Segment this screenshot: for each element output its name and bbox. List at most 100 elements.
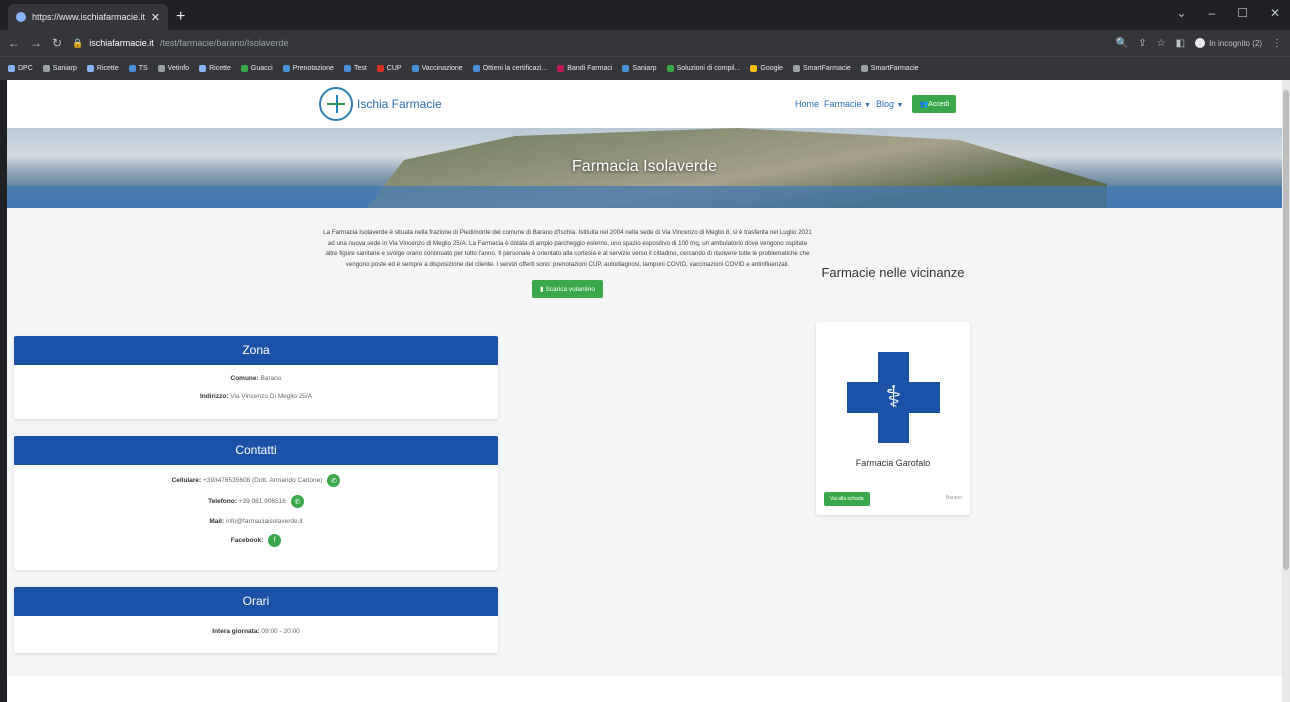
bookmark-item[interactable]: Vetinfo (157, 65, 190, 72)
new-tab-icon[interactable]: + (176, 8, 185, 26)
contatti-card: Contatti Cellulare: +393476535608 (Dott.… (14, 436, 498, 570)
pharmacy-description: La Farmacia Isolaverde è situata nella f… (323, 229, 812, 268)
bookmark-icon (282, 65, 290, 72)
mail-value[interactable]: info@farmaciaisolaverde.it (226, 518, 303, 525)
bookmark-label: Vetinfo (167, 65, 190, 72)
bookmark-item[interactable]: Saniarp (622, 65, 657, 72)
menu-icon[interactable]: ⋮ (1272, 38, 1282, 49)
forward-icon[interactable]: → (30, 36, 42, 50)
bookmark-item[interactable]: Bandi Farmaci (557, 65, 612, 72)
page-footer (7, 676, 1282, 702)
nav-farmacie-dropdown[interactable]: Farmacie ▼ (824, 99, 871, 109)
scrollbar-thumb[interactable] (1283, 90, 1289, 570)
zona-title: Zona (14, 336, 498, 365)
bookmark-icon (411, 65, 419, 72)
view-details-button[interactable]: Vai alla scheda (824, 492, 870, 506)
facebook-label: Facebook: (230, 537, 264, 544)
bookmark-label: DPC (18, 65, 33, 72)
bookmark-label: TS (138, 65, 148, 72)
tab-search-icon[interactable]: ⌄ (1176, 6, 1186, 20)
sidepanel-icon[interactable]: ◧ (1176, 38, 1185, 49)
reload-icon[interactable]: ↻ (52, 36, 62, 50)
bookmark-item[interactable]: Test (343, 65, 367, 72)
maximize-icon[interactable]: ☐ (1237, 6, 1248, 20)
bookmark-item[interactable]: Ottieni la certificazi... (472, 65, 547, 72)
zona-card: Zona Comune: Barano Indirizzo: Via Vince… (14, 336, 498, 419)
address-bar[interactable]: 🔒 ischiafarmacie.it/test/farmacie/barano… (72, 33, 1106, 53)
indirizzo-value: Via Vincenzo Di Meglio 25/A (230, 393, 313, 400)
browser-toolbar: ← → ↻ 🔒 ischiafarmacie.it/test/farmacie/… (0, 30, 1290, 56)
bookmark-icon (8, 65, 15, 72)
bookmark-item[interactable]: Guacci (240, 65, 273, 72)
page-title: Farmacia Isolaverde (572, 158, 717, 175)
bookmark-item[interactable]: Saniarp (42, 65, 77, 72)
star-icon[interactable]: ☆ (1157, 38, 1166, 49)
zoom-icon[interactable]: 🔍 (1116, 38, 1128, 49)
brand-name: Ischia Farmacie (357, 97, 442, 111)
url-path: /test/farmacie/barano/Isolaverde (159, 38, 289, 48)
incognito-indicator[interactable]: In incognito (2) (1195, 38, 1262, 48)
download-flyer-button[interactable]: ▮ Scarica volantino (532, 280, 603, 298)
download-flyer-label: Scarica volantino (545, 286, 595, 293)
bookmark-item[interactable]: Ricette (86, 65, 119, 72)
bookmark-item[interactable]: CUP (376, 65, 402, 72)
bookmark-icon (199, 65, 207, 72)
page-viewport: Ischia Farmacie Home Farmacie ▼ Blog ▼ 👥… (7, 80, 1282, 702)
bookmark-icon (240, 65, 248, 72)
facebook-icon[interactable]: f (268, 534, 282, 547)
phone-icon[interactable]: ✆ (327, 474, 341, 487)
bookmark-label: Prenotazione (292, 65, 334, 72)
bookmark-item[interactable]: SmartFarmacie (860, 65, 919, 72)
nearby-pharmacy-name: Farmacia Garofalo (855, 458, 931, 468)
close-tab-icon[interactable]: ✕ (151, 11, 160, 24)
bookmark-label: CUP (386, 65, 402, 72)
share-icon[interactable]: ⇪ (1138, 38, 1146, 49)
main-column: La Farmacia Isolaverde è situata nella f… (319, 228, 816, 298)
incognito-icon (1195, 38, 1206, 48)
bookmark-icon (42, 65, 50, 72)
bookmark-item[interactable]: Soluzioni di compil... (666, 65, 740, 72)
bookmark-icon (860, 65, 868, 72)
bookmarks-bar: DPC Saniarp Ricette TS Vetinfo Ricette Guacci P… (0, 56, 1290, 80)
bookmark-item[interactable]: Google (750, 65, 783, 72)
page-scrollbar[interactable] (1282, 80, 1290, 702)
nav-blog-dropdown[interactable]: Blog ▼ (876, 99, 903, 109)
bookmark-label: Saniarp (52, 65, 77, 72)
nearby-title: Farmacie nelle vicinanze (821, 265, 965, 280)
bookmark-icon (622, 65, 630, 72)
minimize-icon[interactable]: – (1208, 6, 1215, 20)
mail-row: Mail: info@farmaciaisolaverde.it (14, 518, 498, 525)
telefono-label: Telefono: (208, 498, 237, 505)
back-icon[interactable]: ← (8, 36, 20, 50)
bookmark-label: SmartFarmacie (870, 65, 919, 72)
bookmark-item[interactable]: Vaccinazione (411, 65, 463, 72)
pharmacy-cross-icon: ⚕ (847, 352, 940, 443)
bookmark-item[interactable]: Prenotazione (282, 65, 334, 72)
telefono-row: Telefono: +39 081 906516 ✆ (14, 495, 498, 508)
bookmark-label: Guacci (250, 65, 273, 72)
orari-label: Intera giornata: (212, 628, 260, 635)
bookmark-item[interactable]: TS (128, 65, 148, 72)
brand-link[interactable]: Ischia Farmacie (319, 87, 442, 121)
comune-label: Comune: (230, 375, 259, 382)
bookmark-icon (792, 65, 800, 72)
bookmark-item[interactable]: DPC (8, 65, 33, 72)
user-icon: 👥 (919, 101, 929, 108)
login-button[interactable]: 👥Accedi (912, 95, 957, 113)
bookmark-icon (557, 65, 565, 72)
facebook-row: Facebook: f (14, 534, 498, 547)
bookmark-item[interactable]: Ricette (199, 65, 231, 72)
nav-blog-label: Blog (875, 99, 894, 109)
phone-icon[interactable]: ✆ (290, 495, 304, 508)
nav-home[interactable]: Home (795, 99, 819, 109)
contatti-title: Contatti (14, 436, 498, 465)
bookmark-label: Bandi Farmaci (567, 65, 613, 72)
browser-tab[interactable]: https://www.ischiafarmacie.it/te ✕ (8, 4, 168, 30)
bookmark-label: Test (353, 65, 367, 72)
tab-title: https://www.ischiafarmacie.it/te (32, 12, 145, 22)
bookmark-item[interactable]: SmartFarmacie (792, 65, 851, 72)
close-window-icon[interactable]: ✕ (1270, 6, 1280, 20)
bookmark-label: Google (760, 65, 783, 72)
caduceus-icon: ⚕ (885, 381, 902, 414)
bookmark-icon (343, 65, 351, 72)
